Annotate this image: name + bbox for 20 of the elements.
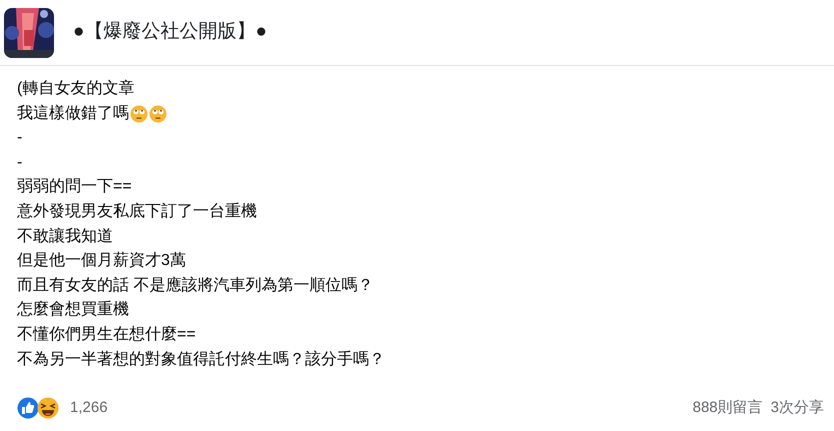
- post-text-line: -: [17, 128, 22, 148]
- group-name[interactable]: ●【爆廢公社公開版】●: [73, 18, 267, 47]
- reaction-count[interactable]: 1,266: [70, 396, 108, 419]
- post-text-line: 不為另一半著想的對象值得託付終生嗎？該分手嗎？: [17, 350, 385, 370]
- share-count[interactable]: 3次分享: [770, 396, 824, 419]
- post-text-line: 但是他一個月薪資才3萬: [17, 250, 186, 272]
- post-text-line: 意外發現男友私底下訂了一台重機: [17, 202, 257, 222]
- post-text-line: 我這樣做錯了嗎: [17, 104, 129, 124]
- eye-roll-emoji-icon: [149, 104, 167, 123]
- post-text-line: 不敢讓我知道: [17, 226, 113, 247]
- post-text-line: -: [17, 152, 22, 173]
- comment-count[interactable]: 888則留言: [692, 396, 763, 419]
- like-icon[interactable]: [17, 396, 39, 419]
- post-text-line: 怎麼會想買重機: [17, 300, 129, 320]
- laughing-emoji-icon[interactable]: [37, 396, 59, 419]
- post-text-line: 而且有女友的話 不是應該將汽車列為第一順位嗎？: [17, 276, 374, 296]
- post-text-line: (轉自女友的文章: [17, 78, 134, 99]
- post-text-line: 弱弱的問一下==: [17, 177, 132, 198]
- post-text-line: 不懂你們男生在想什麼==: [17, 324, 196, 345]
- eye-roll-emoji-icon: [130, 104, 148, 123]
